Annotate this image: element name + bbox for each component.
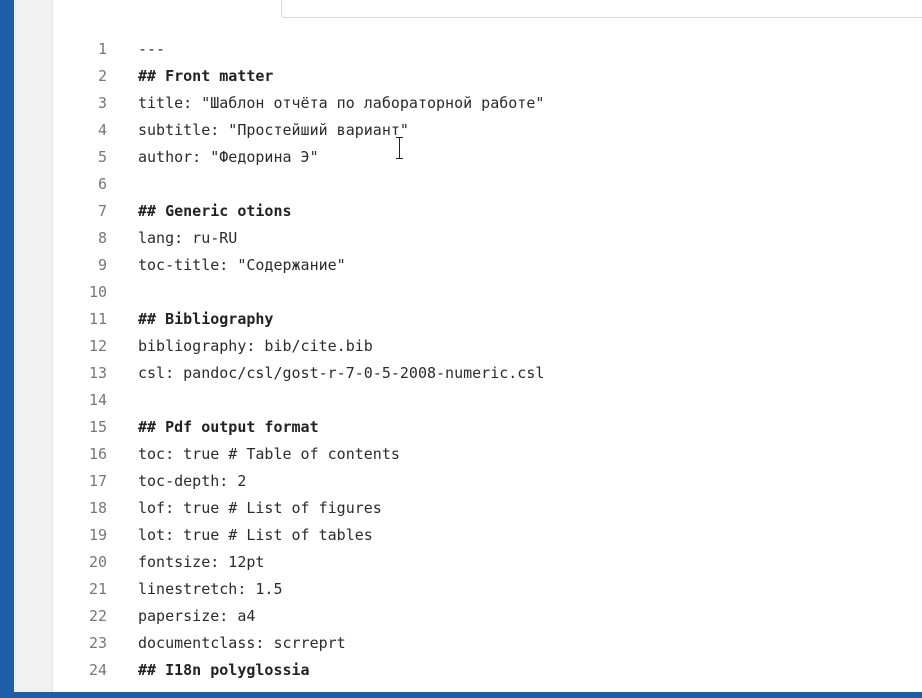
code-line[interactable]: 20 fontsize: 12pt [53,549,922,576]
code-line[interactable]: 7 ## Generic otions [53,198,922,225]
code-line[interactable]: 14 [53,387,922,414]
code-line[interactable]: 6 [53,171,922,198]
line-number: 15 [88,418,107,436]
editor-window: 1 --- 2 ## Front matter 3 title: "Шаблон отчё… [0,0,922,698]
code-text[interactable]: title: "Шаблон отчёта по лабораторной ра… [138,90,544,117]
code-line[interactable]: 8 lang: ru-RU [53,225,922,252]
line-number: 12 [88,337,107,355]
line-number: 24 [88,661,107,679]
code-line[interactable]: 16 toc: true # Table of contents [53,441,922,468]
line-number: 5 [97,148,107,166]
code-line[interactable]: 22 papersize: a4 [53,603,922,630]
code-line[interactable]: 24 ## I18n polyglossia [53,657,922,684]
line-number: 16 [88,445,107,463]
line-number: 23 [88,634,107,652]
code-text[interactable]: toc-title: "Содержание" [138,252,346,279]
line-number: 11 [88,310,107,328]
text-cursor-icon [395,136,405,160]
code-heading-text[interactable]: ## Pdf output format [138,414,319,441]
code-line[interactable]: 23 documentclass: scrreprt [53,630,922,657]
code-text[interactable]: author: "Федорина Э" [138,144,319,171]
line-number: 20 [88,553,107,571]
code-text[interactable]: lot: true # List of tables [138,522,373,549]
code-line[interactable]: 12 bibliography: bib/cite.bib [53,333,922,360]
line-number: 22 [88,607,107,625]
code-heading-text[interactable]: ## Bibliography [138,306,273,333]
code-line[interactable]: 3 title: "Шаблон отчёта по лабораторной р… [53,90,922,117]
code-heading-text[interactable]: ## Generic otions [138,198,292,225]
code-line[interactable]: 2 ## Front matter [53,63,922,90]
code-heading-text[interactable]: ## I18n polyglossia [138,657,310,684]
code-line[interactable]: 17 toc-depth: 2 [53,468,922,495]
line-number: 10 [88,283,107,301]
line-number: 19 [88,526,107,544]
line-number: 3 [97,94,107,112]
window-border [0,0,14,698]
code-text[interactable]: papersize: a4 [138,603,255,630]
code-text[interactable]: toc-depth: 2 [138,468,246,495]
top-toolbar [281,0,922,18]
window-bottom-border [14,692,922,698]
code-line[interactable]: 11 ## Bibliography [53,306,922,333]
code-line[interactable]: 4 subtitle: "Простейший вариант" [53,117,922,144]
code-text[interactable]: --- [138,36,165,63]
code-line[interactable]: 9 toc-title: "Содержание" [53,252,922,279]
code-editor[interactable]: 1 --- 2 ## Front matter 3 title: "Шаблон отчё… [53,36,922,698]
line-number: 2 [97,67,107,85]
line-number: 21 [88,580,107,598]
line-number: 17 [88,472,107,490]
code-line[interactable]: 13 csl: pandoc/csl/gost-r-7-0-5-2008-nume… [53,360,922,387]
code-text[interactable]: lof: true # List of figures [138,495,382,522]
code-text[interactable]: linestretch: 1.5 [138,576,283,603]
code-line[interactable]: 5 author: "Федорина Э" [53,144,922,171]
line-number: 1 [97,40,107,58]
line-number: 8 [97,229,107,247]
line-number: 6 [97,175,107,193]
code-text[interactable]: subtitle: "Простейший вариант" [138,117,409,144]
line-number: 9 [97,256,107,274]
code-text[interactable]: lang: ru-RU [138,225,237,252]
code-text[interactable]: csl: pandoc/csl/gost-r-7-0-5-2008-numeri… [138,360,544,387]
line-number: 13 [88,364,107,382]
code-line[interactable]: 21 linestretch: 1.5 [53,576,922,603]
code-text[interactable]: fontsize: 12pt [138,549,264,576]
code-line[interactable]: 18 lof: true # List of figures [53,495,922,522]
code-line[interactable]: 15 ## Pdf output format [53,414,922,441]
code-heading-text[interactable]: ## Front matter [138,63,273,90]
code-line[interactable]: 19 lot: true # List of tables [53,522,922,549]
line-number: 7 [97,202,107,220]
code-text[interactable]: bibliography: bib/cite.bib [138,333,373,360]
code-line[interactable]: 10 [53,279,922,306]
code-text[interactable]: toc: true # Table of contents [138,441,400,468]
line-number: 18 [88,499,107,517]
side-panel-strip [14,0,53,698]
line-number: 14 [88,391,107,409]
code-line[interactable]: 1 --- [53,36,922,63]
code-text[interactable]: documentclass: scrreprt [138,630,346,657]
line-number: 4 [97,121,107,139]
